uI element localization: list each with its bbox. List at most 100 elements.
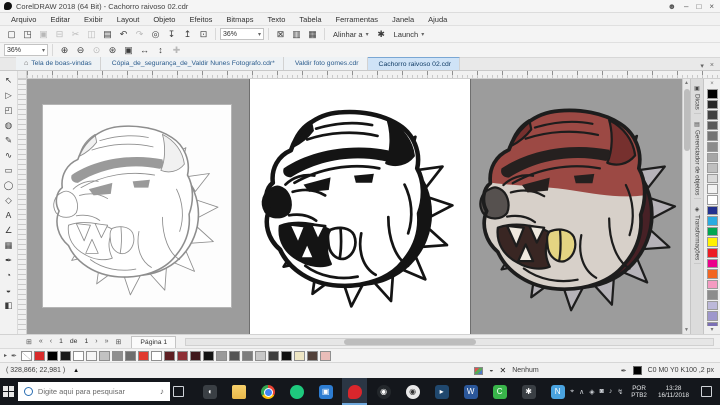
- zoom-levels-combo[interactable]: 36% ▾: [4, 44, 48, 56]
- menu-item[interactable]: Exibir: [77, 13, 110, 26]
- bulldog-sketch-bitmap[interactable]: [42, 104, 232, 308]
- start-button[interactable]: [0, 378, 18, 405]
- options-gear-icon[interactable]: ✱: [374, 27, 389, 41]
- camtasia[interactable]: C: [487, 378, 512, 405]
- color-swatch[interactable]: [707, 100, 718, 110]
- action-center-icon[interactable]: [701, 386, 712, 397]
- document-color-swatch[interactable]: [151, 351, 162, 361]
- menu-item[interactable]: Ajuda: [421, 13, 454, 26]
- color-swatch[interactable]: [707, 216, 718, 226]
- ruler-origin-corner[interactable]: [18, 71, 27, 79]
- vertical-scroll-thumb[interactable]: [684, 89, 690, 151]
- previous-page-button[interactable]: ‹: [48, 338, 54, 345]
- tray-link[interactable]: ↯: [617, 388, 623, 396]
- first-page-button[interactable]: «: [37, 338, 45, 345]
- menu-item[interactable]: Arquivo: [4, 13, 43, 26]
- color-swatch[interactable]: [707, 89, 718, 99]
- last-page-button[interactable]: »: [103, 338, 111, 345]
- cut-button[interactable]: ✂: [68, 27, 83, 41]
- redo-button[interactable]: ↷: [132, 27, 147, 41]
- import-button[interactable]: ↧: [164, 27, 179, 41]
- color-swatch[interactable]: [707, 269, 718, 279]
- interactive-fill-tool[interactable]: ◧: [1, 298, 16, 312]
- tray-volume[interactable]: ♪: [609, 388, 613, 395]
- app-notes[interactable]: N: [545, 378, 570, 405]
- color-swatch[interactable]: [707, 280, 718, 290]
- horizontal-ruler[interactable]: [27, 71, 720, 79]
- palette-close-icon[interactable]: ×: [710, 80, 714, 88]
- document-color-swatch[interactable]: [255, 351, 266, 361]
- zoom-out-button[interactable]: ⊖: [73, 43, 88, 57]
- export-button[interactable]: ↥: [180, 27, 195, 41]
- color-swatch[interactable]: [707, 237, 718, 247]
- document-tab[interactable]: Cachorro raivoso 02.cdr: [368, 57, 461, 70]
- document-color-swatch[interactable]: [177, 351, 188, 361]
- document-color-swatch[interactable]: [73, 351, 84, 361]
- app-video[interactable]: ▸: [429, 378, 454, 405]
- color-swatch[interactable]: [707, 174, 718, 184]
- color-swatch[interactable]: [707, 206, 718, 216]
- app-recorder[interactable]: ◉: [371, 378, 396, 405]
- app-audio[interactable]: ◖: [197, 378, 222, 405]
- color-swatch[interactable]: [707, 131, 718, 141]
- zoom-page-button[interactable]: ▣: [121, 43, 136, 57]
- language-indicator[interactable]: POR PTB2: [628, 385, 650, 399]
- word[interactable]: W: [458, 378, 483, 405]
- tab-list-button[interactable]: ▾: [700, 62, 704, 70]
- document-color-swatch[interactable]: [281, 351, 292, 361]
- add-page-button[interactable]: ⊞: [24, 338, 34, 346]
- settings[interactable]: ✱: [516, 378, 541, 405]
- fill-tool[interactable]: ◒: [1, 283, 16, 297]
- show-grid-button[interactable]: ▦: [305, 27, 320, 41]
- tray-pin[interactable]: ⌖: [570, 388, 574, 396]
- document-color-swatch[interactable]: [229, 351, 240, 361]
- palette-flyout-icon[interactable]: ▸: [4, 352, 7, 359]
- document-color-swatch[interactable]: [203, 351, 214, 361]
- palette-eyedropper-icon[interactable]: ✒: [11, 352, 17, 360]
- color-swatch[interactable]: [707, 195, 718, 205]
- document-color-swatch[interactable]: [268, 351, 279, 361]
- account-button[interactable]: ☻: [668, 0, 676, 13]
- document-color-swatch[interactable]: [34, 351, 45, 361]
- zoom-all-objects-button[interactable]: ⊛: [105, 43, 120, 57]
- menu-item[interactable]: Bitmaps: [219, 13, 260, 26]
- tray-chat[interactable]: ◙: [600, 388, 604, 395]
- menu-item[interactable]: Texto: [260, 13, 292, 26]
- publish-pdf-button[interactable]: ⊡: [196, 27, 211, 41]
- docker-tab[interactable]: ▣ Dicas: [694, 82, 701, 114]
- freehand-tool[interactable]: ✎: [1, 133, 16, 147]
- document-color-swatch[interactable]: [47, 351, 58, 361]
- color-swatch[interactable]: [707, 311, 718, 321]
- docker-tab[interactable]: ◈ Transformações: [694, 203, 701, 264]
- polygon-tool[interactable]: ◇: [1, 193, 16, 207]
- coreldraw[interactable]: [342, 378, 367, 405]
- color-swatch[interactable]: [707, 248, 718, 258]
- horizontal-scrollbar[interactable]: [185, 338, 714, 346]
- media-player[interactable]: ◉: [400, 378, 425, 405]
- menu-item[interactable]: Editar: [43, 13, 77, 26]
- full-screen-preview-button[interactable]: ⊠: [273, 27, 288, 41]
- menu-item[interactable]: Janela: [385, 13, 421, 26]
- menu-item[interactable]: Efeitos: [182, 13, 219, 26]
- color-swatch[interactable]: [707, 184, 718, 194]
- scroll-down-icon[interactable]: ▼: [684, 326, 689, 334]
- show-rulers-button[interactable]: ▥: [289, 27, 304, 41]
- vertical-scrollbar[interactable]: ▲ ▼: [682, 79, 690, 334]
- menu-item[interactable]: Tabela: [292, 13, 328, 26]
- app-messenger[interactable]: [284, 378, 309, 405]
- rectangle-tool[interactable]: ▭: [1, 163, 16, 177]
- document-color-swatch[interactable]: [294, 351, 305, 361]
- bulldog-colored-artwork[interactable]: [470, 89, 682, 321]
- zoom-page-height-button[interactable]: ↕: [153, 43, 168, 57]
- minimize-button[interactable]: –: [684, 0, 688, 13]
- taskbar-search-input[interactable]: Digite aqui para pesquisar ♪: [18, 382, 170, 401]
- pick-tool[interactable]: ↖: [1, 73, 16, 87]
- next-page-button[interactable]: ›: [93, 338, 99, 345]
- close-button[interactable]: ×: [709, 0, 714, 13]
- ellipse-tool[interactable]: ◯: [1, 178, 16, 192]
- color-swatch[interactable]: [707, 153, 718, 163]
- document-color-swatch[interactable]: [242, 351, 253, 361]
- open-button[interactable]: ◳: [20, 27, 35, 41]
- page-tab[interactable]: Página 1: [131, 336, 176, 348]
- color-swatch[interactable]: [707, 301, 718, 311]
